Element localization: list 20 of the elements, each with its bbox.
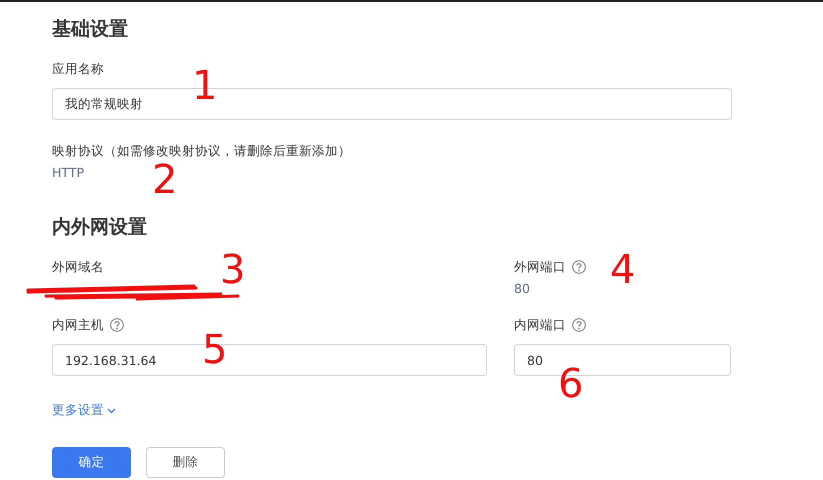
help-icon[interactable] bbox=[110, 318, 124, 332]
field-label: 映射协议（如需修改映射协议，请删除后重新添加） bbox=[52, 142, 352, 160]
field-label: 应用名称 bbox=[52, 60, 105, 78]
section-title: 内外网设置 bbox=[52, 215, 148, 240]
delete-button[interactable]: 删除 bbox=[146, 447, 225, 478]
annotation-number: 4 bbox=[610, 250, 636, 290]
field-value: HTTP bbox=[52, 164, 84, 182]
chevron-down-icon[interactable] bbox=[107, 408, 116, 414]
confirm-button[interactable]: 确定 bbox=[52, 447, 131, 478]
field-value: 80 bbox=[514, 280, 530, 298]
help-icon[interactable] bbox=[572, 260, 586, 274]
section-title: 基础设置 bbox=[52, 17, 129, 42]
field-label: 外网端口 bbox=[514, 258, 566, 276]
more-settings-link[interactable]: 更多设置 bbox=[52, 402, 104, 419]
help-icon[interactable] bbox=[572, 318, 586, 332]
field-label: 内网端口 bbox=[514, 316, 566, 334]
field-label: 外网域名 bbox=[52, 258, 104, 276]
annotation-number: 3 bbox=[220, 250, 246, 290]
field-label: 内网主机 bbox=[52, 316, 104, 334]
annotation-number: 2 bbox=[152, 162, 178, 198]
